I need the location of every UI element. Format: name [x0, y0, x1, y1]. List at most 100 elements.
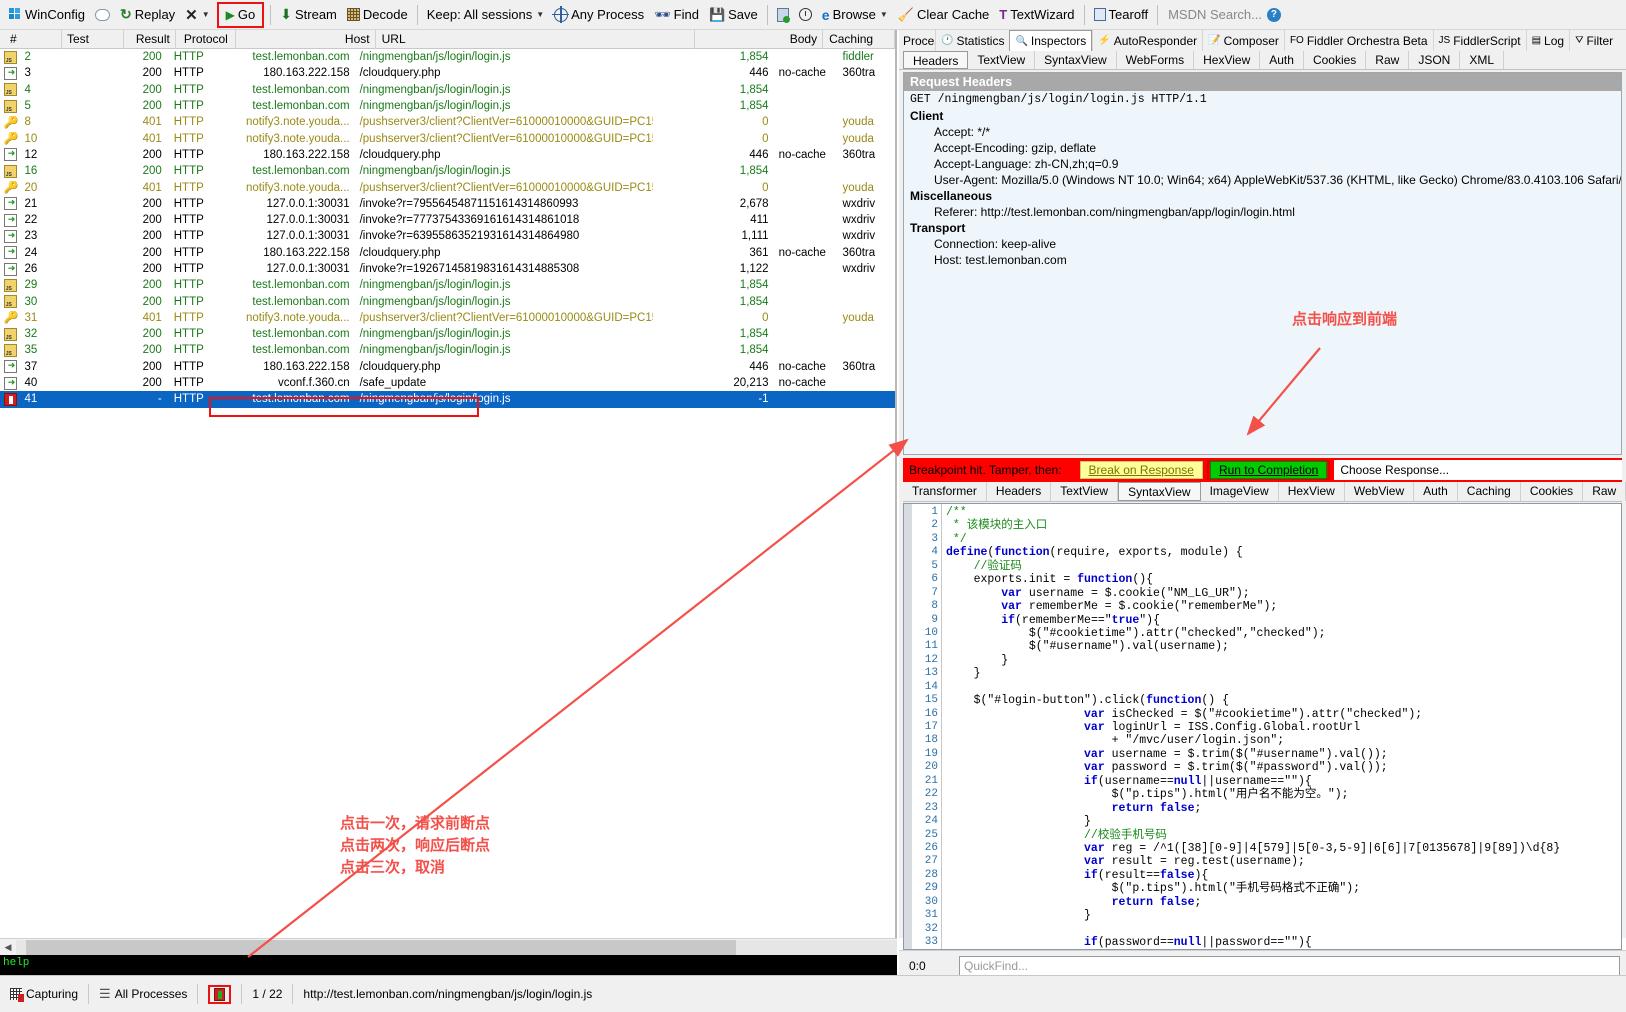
column-header-result[interactable]: Result [124, 29, 176, 49]
response-tab-headers[interactable]: Headers [987, 482, 1052, 501]
toolbar-screenshot-button[interactable] [772, 3, 794, 27]
tab-composer[interactable]: 📝 Composer [1202, 30, 1284, 51]
column-header-number[interactable]: # [0, 29, 62, 49]
table-row[interactable]: 4 200 HTTP test.lemonban.com/ningmengban/js… [0, 82, 895, 98]
table-row[interactable]: 22 200 HTTP 127.0.0.1:30031/invoke?r=777375… [0, 212, 895, 228]
fiddler-quickexec-console[interactable]: help [0, 955, 897, 975]
toolbar-decode-button[interactable]: Decode [342, 3, 413, 27]
table-row[interactable]: 29 200 HTTP test.lemonban.com/ningmengban/j… [0, 277, 895, 293]
breakpoint-toggle-cell[interactable] [198, 982, 241, 1006]
table-row[interactable]: 32 200 HTTP test.lemonban.com/ningmengban/j… [0, 326, 895, 342]
session-list-horizontal-scrollbar[interactable]: ◀ [0, 938, 897, 955]
table-row[interactable]: 12 200 HTTP 180.163.222.158/cloudquery.php 4… [0, 147, 895, 163]
process-filter-button[interactable]: ☰ All Processes [89, 982, 197, 1006]
scroll-left-arrow-icon[interactable]: ◀ [0, 939, 16, 955]
toolbar-textwizard-button[interactable]: T TextWizard [994, 3, 1079, 27]
toolbar-go-button[interactable]: ▶ Go [221, 3, 261, 27]
toolbar-remove-button[interactable]: ✕ ▼ [180, 3, 215, 27]
response-tab-caching[interactable]: Caching [1458, 482, 1521, 501]
column-header-host[interactable]: Host [236, 29, 376, 49]
response-tab-imageview[interactable]: ImageView [1201, 482, 1279, 501]
response-tab-syntaxview[interactable]: SyntaxView [1118, 482, 1201, 501]
table-row[interactable]: 35 200 HTTP test.lemonban.com/ningmengban/j… [0, 342, 895, 358]
request-tab-syntaxview[interactable]: SyntaxView [1035, 51, 1117, 69]
tab-filter[interactable]: ⛛ Filter [1569, 30, 1618, 51]
request-tab-xml[interactable]: XML [1460, 51, 1505, 69]
header-item: Host: test.lemonban.com [934, 253, 1067, 267]
table-row[interactable]: 30 200 HTTP test.lemonban.com/ningmengban/j… [0, 293, 895, 309]
tab-fiddlerscript[interactable]: JS FiddlerScript [1432, 30, 1526, 51]
table-row[interactable]: 🔑 31 401 HTTP notify3.note.youda... /pushserv… [0, 310, 895, 326]
row-host: notify3.note.youda... [246, 132, 350, 145]
table-row[interactable]: 5 200 HTTP test.lemonban.com/ningmengban/js… [0, 98, 895, 114]
table-row[interactable]: 26 200 HTTP 127.0.0.1:30031/invoke?r=192671… [0, 261, 895, 277]
toolbar-comment-button[interactable] [90, 3, 115, 27]
response-tab-hexview[interactable]: HexView [1279, 482, 1345, 501]
choose-response-button[interactable]: Choose Response... [1334, 460, 1622, 480]
tab-autoresponder[interactable]: ⚡ AutoResponder [1092, 30, 1202, 51]
table-row[interactable]: 24 200 HTTP 180.163.222.158/cloudquery.php 3… [0, 245, 895, 261]
toolbar-save-button[interactable]: 💾 Save [704, 3, 763, 27]
column-header-test[interactable]: Test [62, 29, 124, 49]
table-row[interactable]: 41 - HTTP test.lemonban.com/ningmengban/js/… [0, 391, 895, 408]
toolbar-stream-button[interactable]: ⬇ Stream [275, 3, 342, 27]
row-process: 360tra [842, 67, 876, 80]
table-row[interactable]: 🔑 8 401 HTTP notify3.note.youda... /pushserve… [0, 114, 895, 130]
scrollbar-track[interactable] [16, 939, 897, 955]
request-tab-raw[interactable]: Raw [1366, 51, 1410, 69]
table-row[interactable]: 3 200 HTTP 180.163.222.158/cloudquery.php 44… [0, 65, 895, 81]
table-row[interactable]: 2 200 HTTP test.lemonban.com/ningmengban/js… [0, 49, 895, 65]
request-tab-cookies[interactable]: Cookies [1304, 51, 1367, 69]
response-tab-webview[interactable]: WebView [1345, 482, 1415, 501]
table-row[interactable]: 23 200 HTTP 127.0.0.1:30031/invoke?r=639558… [0, 228, 895, 244]
toolbar-any-process-button[interactable]: Any Process [549, 3, 649, 27]
toolbar-keep-sessions-dropdown[interactable]: Keep: All sessions ▼ [422, 3, 549, 27]
request-tab-textview[interactable]: TextView [968, 51, 1036, 69]
capturing-toggle[interactable]: Capturing [0, 982, 88, 1006]
tab-label: Filter [1586, 33, 1614, 48]
column-header-url[interactable]: URL [376, 29, 696, 49]
tab-inspectors[interactable]: 🔍 Inspectors [1009, 30, 1093, 51]
session-grid-body[interactable]: 2200HTTPtest.lemonban.com/ningmengban/js… [0, 49, 895, 919]
tab-fiddler-orchestra-beta[interactable]: FO Fiddler Orchestra Beta [1283, 30, 1433, 51]
table-row[interactable]: 40 200 HTTP vconf.f.360.cn/safe_update 20,21… [0, 375, 895, 391]
toolbar-tearoff-button[interactable]: Tearoff [1089, 3, 1154, 27]
request-tab-webforms[interactable]: WebForms [1117, 51, 1195, 69]
breakpoint-status-icon[interactable] [214, 987, 226, 1001]
toolbar-clear-cache-button[interactable]: 🧹 Clear Cache [893, 3, 994, 27]
code-content[interactable]: /** * 该模块的主入口 */define(function(require,… [942, 504, 1621, 949]
toolbar-winconfig-button[interactable]: WinConfig [4, 3, 90, 27]
msdn-search-input[interactable]: MSDN Search... [1162, 7, 1262, 22]
response-tab-textview[interactable]: TextView [1051, 482, 1119, 501]
request-tab-hexview[interactable]: HexView [1194, 51, 1261, 69]
response-tab-transformer[interactable]: Transformer [903, 482, 987, 501]
break-on-response-button[interactable]: Break on Response [1079, 461, 1203, 479]
table-row[interactable]: 🔑 10 401 HTTP notify3.note.youda... /pushserv… [0, 130, 895, 146]
toolbar-help-button[interactable]: ? [1262, 3, 1286, 27]
toolbar-browse-button[interactable]: e Browse ▼ [817, 3, 893, 27]
column-header-body[interactable]: Body [695, 29, 824, 49]
scrollbar-thumb[interactable] [26, 939, 736, 955]
table-row[interactable]: 37 200 HTTP 180.163.222.158/cloudquery.php 4… [0, 359, 895, 375]
response-tab-auth[interactable]: Auth [1414, 482, 1458, 501]
quickfind-input[interactable]: QuickFind... [959, 955, 1620, 976]
tab-statistics[interactable]: 🕐 Statistics [935, 30, 1009, 51]
column-header-caching[interactable]: Caching [823, 29, 895, 49]
toolbar-find-button[interactable]: 🕶 Find [649, 3, 704, 27]
run-to-completion-button[interactable]: Run to Completion [1209, 461, 1328, 479]
request-tab-headers[interactable]: Headers [903, 51, 969, 69]
row-url: /ningmengban/js/login/login.js [359, 393, 511, 406]
request-tab-auth[interactable]: Auth [1260, 51, 1304, 69]
response-tab-cookies[interactable]: Cookies [1521, 482, 1584, 501]
column-header-process[interactable]: Proces [901, 30, 935, 51]
tab-log[interactable]: ▤ Log [1525, 30, 1569, 51]
table-row[interactable]: 21 200 HTTP 127.0.0.1:30031/invoke?r=795564… [0, 196, 895, 212]
syntaxview-code-panel[interactable]: 1 2 3 4 5 6 7 8 9 10 11 12 13 14 15 16 17 18 19 20 21 22 23 24 2… [903, 503, 1622, 950]
table-row[interactable]: 🔑 20 401 HTTP notify3.note.youda... /pushserv… [0, 179, 895, 195]
request-tab-json[interactable]: JSON [1409, 51, 1461, 69]
toolbar-timer-button[interactable] [794, 3, 817, 27]
table-row[interactable]: 16 200 HTTP test.lemonban.com/ningmengban/j… [0, 163, 895, 179]
response-tab-raw[interactable]: Raw [1583, 482, 1626, 501]
toolbar-replay-button[interactable]: ↻ Replay [115, 3, 180, 27]
column-header-protocol[interactable]: Protocol [176, 29, 236, 49]
